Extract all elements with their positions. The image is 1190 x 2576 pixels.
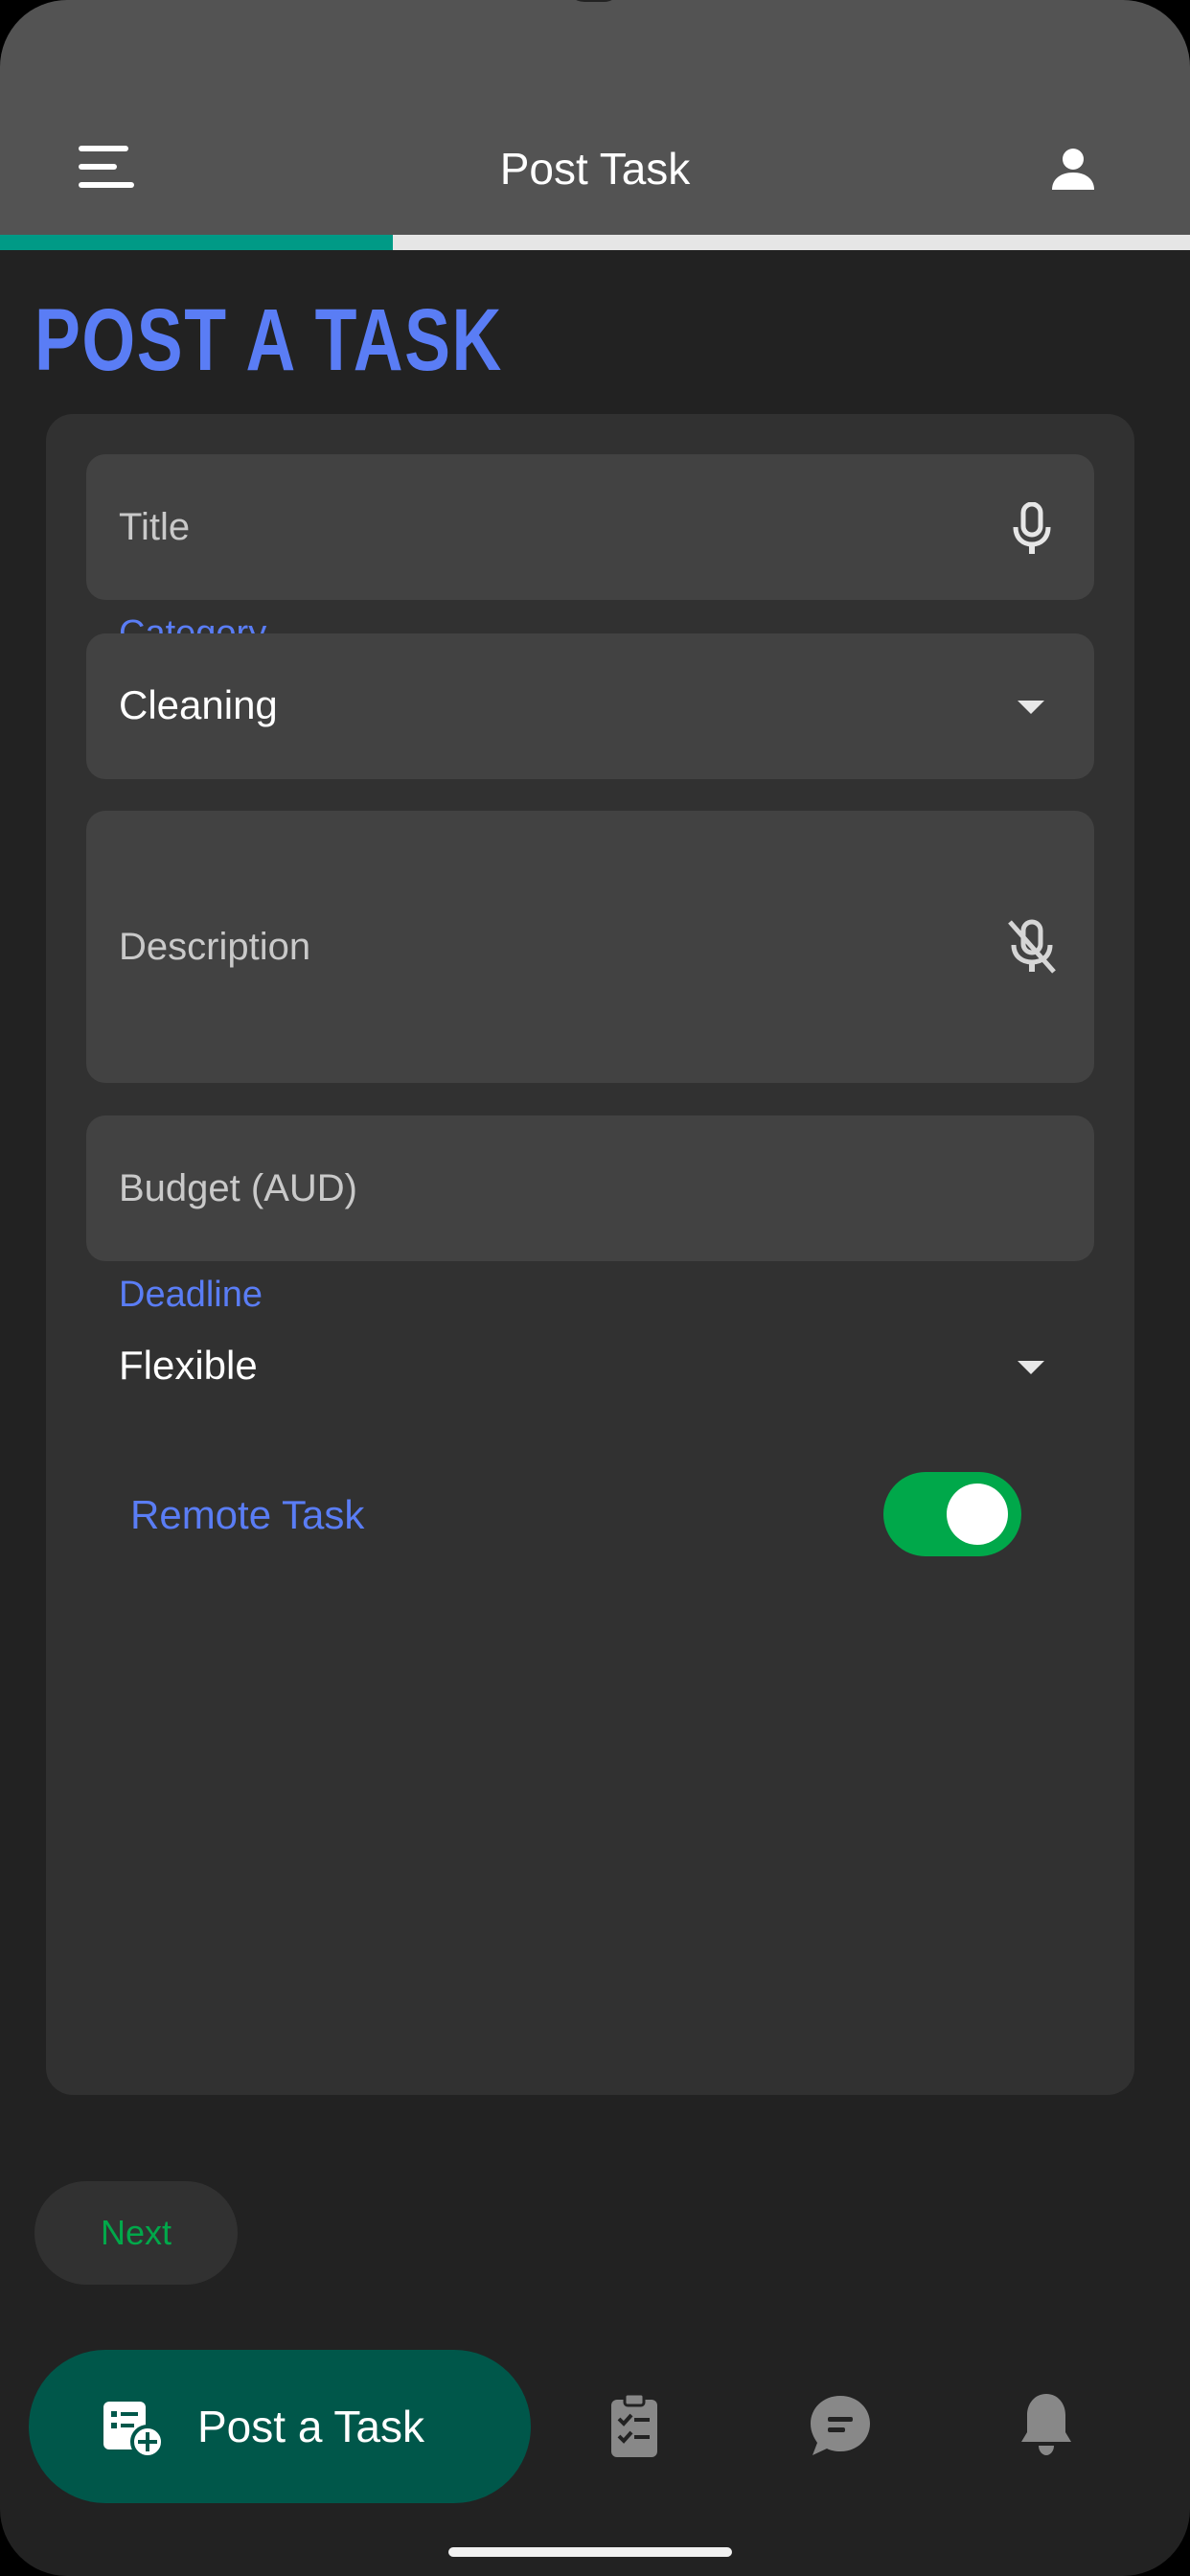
profile-button[interactable]	[1046, 142, 1100, 196]
category-select[interactable]: Cleaning	[86, 633, 1094, 779]
category-value: Cleaning	[119, 682, 278, 727]
bottom-navigation: Post a Task	[0, 2338, 1190, 2511]
app-bar-title: Post Task	[499, 144, 691, 194]
page-heading: POST A TASK	[34, 291, 503, 389]
budget-input[interactable]: Budget (AUD)	[86, 1116, 1094, 1261]
chevron-down-icon	[1018, 701, 1044, 714]
step-progress-bar	[0, 235, 1190, 250]
microphone-off-icon[interactable]	[1006, 918, 1058, 976]
toggle-knob	[947, 1484, 1008, 1545]
budget-placeholder: Budget (AUD)	[119, 1167, 357, 1209]
camera-notch	[565, 0, 623, 2]
remote-task-toggle[interactable]	[883, 1472, 1021, 1556]
microphone-icon[interactable]	[1012, 502, 1052, 556]
next-button[interactable]: Next	[34, 2181, 238, 2285]
post-task-icon	[103, 2402, 165, 2459]
home-indicator[interactable]	[448, 2547, 732, 2557]
remote-task-label: Remote Task	[130, 1492, 365, 1537]
chat-bubble-icon[interactable]	[807, 2392, 874, 2459]
post-a-task-nav-label: Post a Task	[197, 2402, 424, 2451]
title-placeholder: Title	[119, 506, 191, 548]
description-placeholder: Description	[119, 926, 311, 968]
deadline-value: Flexible	[119, 1343, 258, 1388]
step-progress-fill	[0, 235, 393, 250]
post-a-task-nav-button[interactable]: Post a Task	[29, 2350, 531, 2503]
bell-icon[interactable]	[1018, 2390, 1075, 2459]
description-input[interactable]: Description	[86, 811, 1094, 1083]
app-bar: Post Task	[0, 0, 1190, 235]
clipboard-checklist-icon[interactable]	[607, 2392, 661, 2459]
chevron-down-icon	[1018, 1361, 1044, 1374]
phone-screen: Post Task POST A TASK Title Category Cle…	[0, 0, 1190, 2576]
title-input[interactable]: Title	[86, 454, 1094, 600]
person-icon	[1052, 149, 1094, 190]
deadline-select[interactable]: Flexible	[86, 1300, 1094, 1424]
